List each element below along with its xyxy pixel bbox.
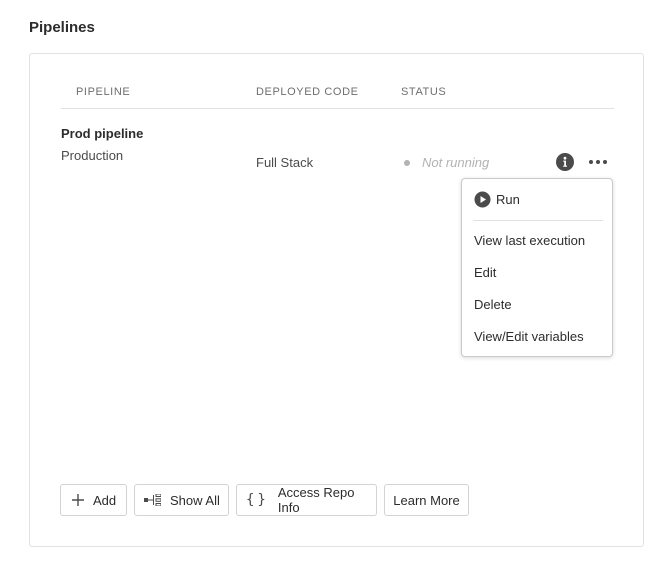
plus-icon xyxy=(72,494,84,506)
menu-divider xyxy=(473,220,603,221)
column-header-status: STATUS xyxy=(401,86,447,98)
play-circle-icon xyxy=(474,191,491,208)
menu-item-view-edit-variables[interactable]: View/Edit variables xyxy=(474,329,584,344)
access-repo-info-label: Access Repo Info xyxy=(277,485,355,515)
menu-item-run-label: Run xyxy=(496,192,520,207)
access-repo-info-button[interactable]: {} Access Repo Info xyxy=(236,484,377,516)
pipeline-name[interactable]: Prod pipeline xyxy=(61,126,143,141)
menu-item-run[interactable]: Run xyxy=(474,191,520,208)
menu-item-view-last-execution[interactable]: View last execution xyxy=(474,233,585,248)
pipeline-actions-menu: Run View last execution Edit Delete View… xyxy=(461,178,613,357)
header-divider xyxy=(61,108,614,109)
add-button-label: Add xyxy=(93,492,117,508)
pipeline-status: Not running xyxy=(404,155,489,170)
show-all-button[interactable]: Show All xyxy=(134,484,229,516)
braces-icon: {} xyxy=(246,492,269,508)
add-button[interactable]: Add xyxy=(60,484,127,516)
section-title: Pipelines xyxy=(29,19,95,36)
pipelines-card: PIPELINE DEPLOYED CODE STATUS Prod pipel… xyxy=(29,53,644,547)
pipeline-environment: Production xyxy=(61,148,124,163)
show-all-button-label: Show All xyxy=(170,492,220,508)
pipeline-deployed-code: Full Stack xyxy=(256,155,314,170)
status-dot-icon xyxy=(404,159,410,166)
menu-item-delete[interactable]: Delete xyxy=(474,297,512,312)
pipeline-status-text: Not running xyxy=(422,155,490,170)
learn-more-label: Learn More xyxy=(393,492,460,508)
workflow-icon xyxy=(144,494,161,506)
column-header-pipeline: PIPELINE xyxy=(76,86,131,98)
column-header-deployed-code: DEPLOYED CODE xyxy=(256,86,359,98)
learn-more-button[interactable]: Learn More xyxy=(384,484,469,516)
menu-item-edit[interactable]: Edit xyxy=(474,265,496,280)
more-horizontal-icon[interactable] xyxy=(586,153,610,171)
info-icon[interactable] xyxy=(556,153,574,171)
